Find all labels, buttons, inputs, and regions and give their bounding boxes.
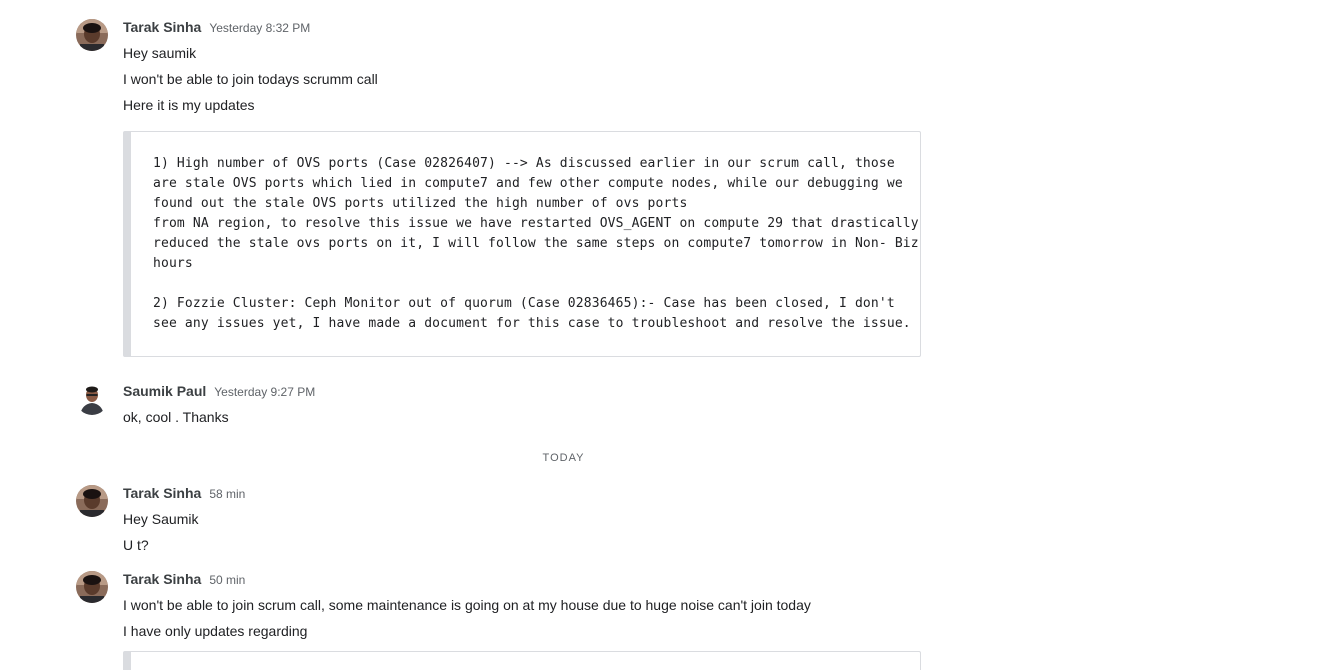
message-group: Saumik Paul Yesterday 9:27 PM ok, cool .… xyxy=(76,383,936,433)
sender-name[interactable]: Saumik Paul xyxy=(123,383,206,399)
sender-name[interactable]: Tarak Sinha xyxy=(123,19,201,35)
date-divider: TODAY xyxy=(542,452,585,464)
message-text: U t? xyxy=(123,537,149,553)
avatar[interactable] xyxy=(76,383,108,415)
user-avatar-photo-icon xyxy=(76,485,108,517)
message-group: Tarak Sinha 50 min I won't be able to jo… xyxy=(76,571,936,670)
message-text: Hey Saumik xyxy=(123,511,199,527)
avatar[interactable] xyxy=(76,571,108,603)
message-text: ok, cool . Thanks xyxy=(123,409,229,425)
message-group: Tarak Sinha 58 min Hey Saumik U t? xyxy=(76,485,936,555)
timestamp: Yesterday 8:32 PM xyxy=(209,21,311,35)
message-text: I won't be able to join todays scrumm ca… xyxy=(123,71,378,87)
message-header: Saumik Paul Yesterday 9:27 PM xyxy=(123,383,315,403)
code-text: 1) High number of OVS ports (Case 028264… xyxy=(153,156,919,331)
sender-name[interactable]: Tarak Sinha xyxy=(123,485,201,501)
user-avatar-photo-icon xyxy=(76,383,108,415)
user-avatar-photo-icon xyxy=(76,19,108,51)
code-block: 1) High number of OVS ports (Case 028264… xyxy=(123,131,921,357)
code-text xyxy=(131,652,920,670)
user-avatar-photo-icon xyxy=(76,571,108,603)
avatar[interactable] xyxy=(76,485,108,517)
message-header: Tarak Sinha Yesterday 8:32 PM xyxy=(123,19,310,39)
code-block xyxy=(123,651,921,670)
message-text: I have only updates regarding xyxy=(123,623,308,639)
sender-name[interactable]: Tarak Sinha xyxy=(123,571,201,587)
timestamp: 58 min xyxy=(209,487,246,501)
timestamp: Yesterday 9:27 PM xyxy=(214,385,316,399)
avatar[interactable] xyxy=(76,19,108,51)
message-header: Tarak Sinha 58 min xyxy=(123,485,245,505)
message-text: I won't be able to join scrum call, some… xyxy=(123,597,811,613)
timestamp: 50 min xyxy=(209,573,246,587)
message-text: Here it is my updates xyxy=(123,97,255,113)
message-group: Tarak Sinha Yesterday 8:32 PM Hey saumik… xyxy=(76,19,936,359)
message-feed: Tarak Sinha Yesterday 8:32 PM Hey saumik… xyxy=(0,0,1333,670)
message-header: Tarak Sinha 50 min xyxy=(123,571,245,591)
message-text: Hey saumik xyxy=(123,45,197,61)
